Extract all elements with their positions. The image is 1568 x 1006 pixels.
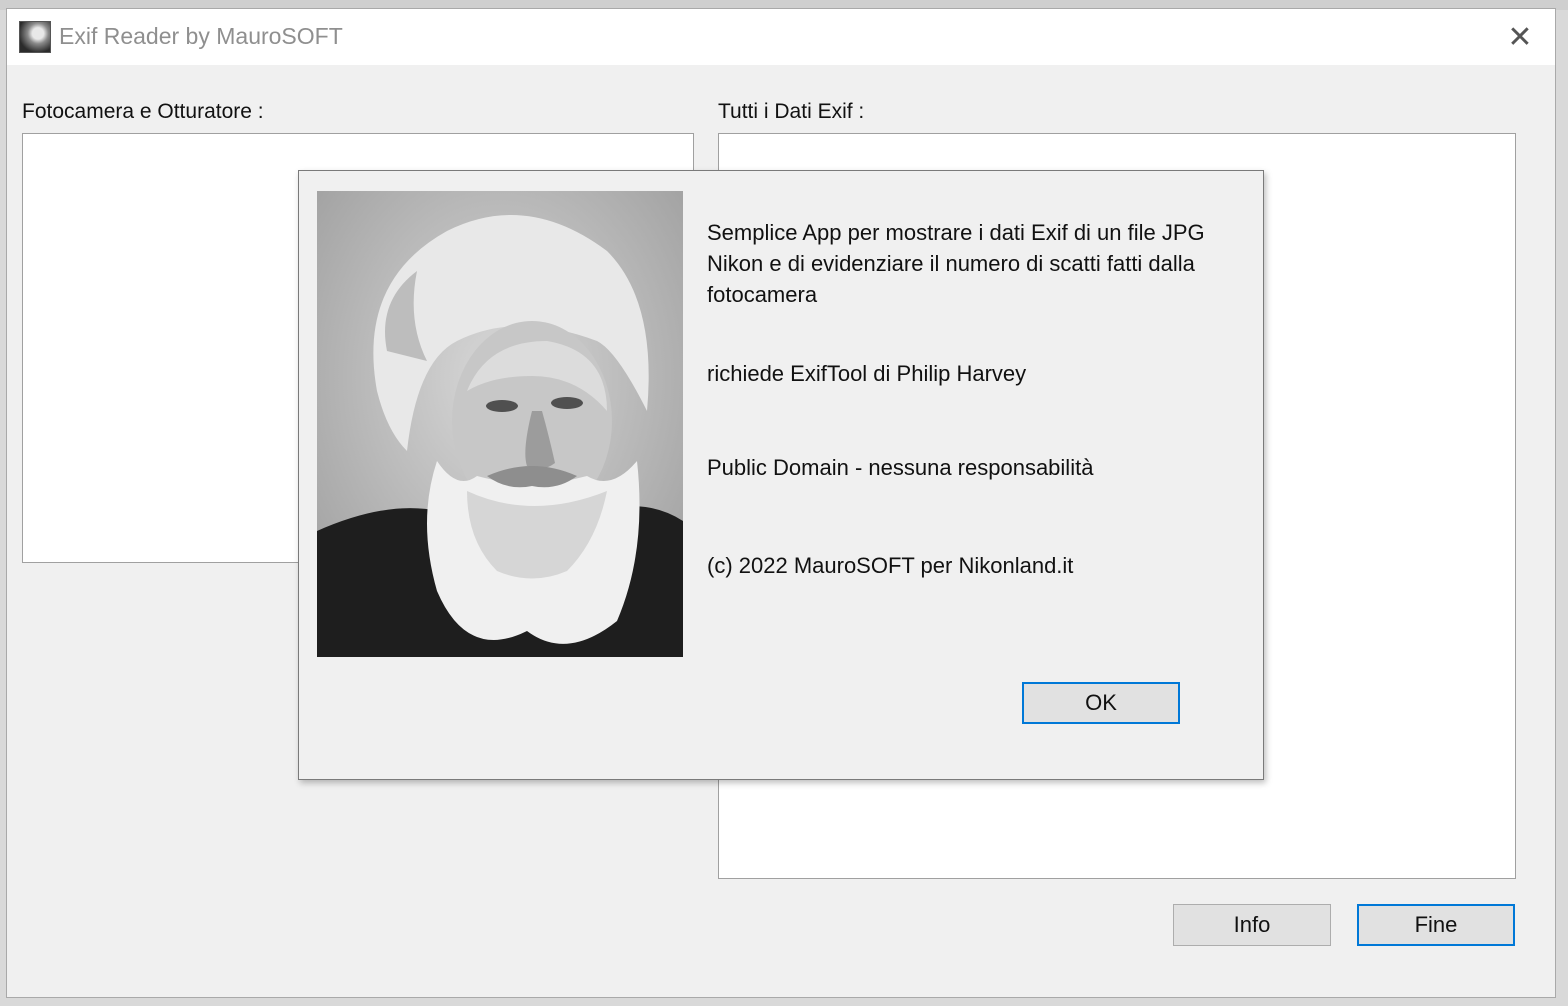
fine-button[interactable]: Fine <box>1357 904 1515 946</box>
ok-button[interactable]: OK <box>1022 682 1180 724</box>
info-button[interactable]: Info <box>1173 904 1331 946</box>
all-exif-label: Tutti i Dati Exif : <box>718 100 865 123</box>
copyright-text: (c) 2022 MauroSOFT per Nikonland.it <box>707 553 1074 578</box>
portrait-photo <box>317 191 683 657</box>
license-text: Public Domain - nessuna responsabilità <box>707 455 1094 480</box>
close-icon: ✕ <box>1507 20 1533 54</box>
requires-text: richiede ExifTool di Philip Harvey <box>707 361 1027 386</box>
app-icon <box>19 21 51 53</box>
about-dialog: Semplice App per mostrare i dati Exif di… <box>298 170 1264 780</box>
camera-shutter-label: Fotocamera e Otturatore : <box>22 100 264 123</box>
close-button[interactable]: ✕ <box>1485 9 1555 65</box>
window-title: Exif Reader by MauroSOFT <box>59 23 343 49</box>
description-text: Semplice App per mostrare i dati Exif di… <box>707 220 1205 307</box>
portrait-illustration <box>317 191 683 657</box>
title-bar[interactable]: Exif Reader by MauroSOFT ✕ <box>7 9 1555 65</box>
